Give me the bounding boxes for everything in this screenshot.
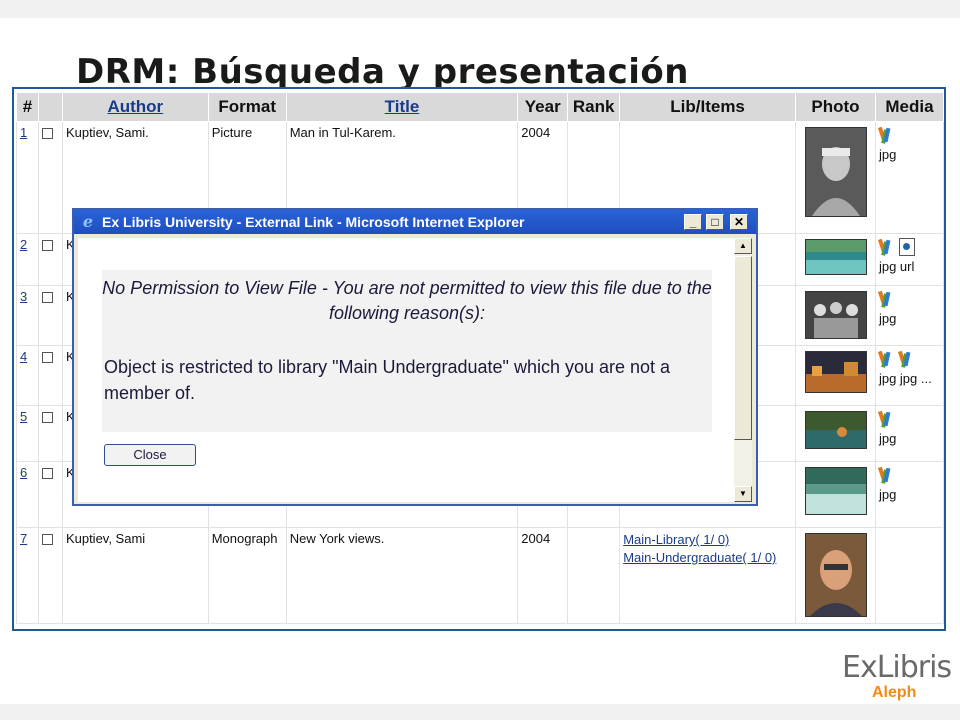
header-rank: Rank [567,92,621,122]
image-media-icon[interactable] [879,290,891,308]
maximize-button[interactable]: □ [706,214,724,230]
row-checkbox[interactable] [41,292,53,303]
message-box: No Permission to View File - You are not… [102,270,712,432]
header-media: Media [874,92,944,122]
photo-cell [794,345,876,406]
author-cell: Kuptiev, Sami [61,527,209,624]
media-label: jpg [878,311,897,326]
row-checkbox[interactable] [41,128,53,139]
image-media-icon[interactable] [879,466,891,484]
lib-cell: Main-Library( 1/ 0) Main-Undergraduate( … [619,527,796,624]
exlibris-brand: ExLibris [842,650,952,685]
restriction-message: Object is restricted to library "Main Un… [104,357,671,403]
scroll-up-icon[interactable]: ▲ [734,238,752,254]
format-cell: Monograph [207,527,287,624]
dialog-titlebar[interactable]: e Ex Libris University - External Link -… [74,210,756,234]
media-cell: jpg [874,121,944,234]
photo-cell [794,405,876,462]
header-photo: Photo [794,92,876,122]
top-band [0,0,960,18]
permission-heading: No Permission to View File - You are not… [102,278,712,323]
photo-cell [794,121,876,234]
title-cell: New York views. [285,527,519,624]
scroll-thumb[interactable] [734,256,752,440]
row-checkbox[interactable] [41,352,53,363]
close-button[interactable]: Close [104,444,196,466]
year-cell: 2004 [517,527,569,624]
photo-thumbnail[interactable] [804,127,867,217]
photo-cell [794,461,876,528]
header-format: Format [207,92,287,122]
bottom-band [0,704,960,720]
row-checkbox[interactable] [41,412,53,423]
media-label: jpg url [878,259,915,274]
header-row: # Author Format Title Year Rank Lib/Item… [16,92,944,122]
header-title[interactable]: Title [285,92,519,122]
header-num: # [16,92,39,122]
photo-thumbnail[interactable] [804,351,867,393]
image-media-icon[interactable] [879,238,891,256]
photo-thumbnail[interactable] [804,533,867,617]
library-link-main[interactable]: Main-Library( 1/ 0) [623,531,793,549]
dialog-content: No Permission to View File - You are not… [78,238,734,502]
ie-dialog-window: e Ex Libris University - External Link -… [72,208,758,506]
url-media-icon[interactable] [898,238,915,256]
ie-logo-icon: e [82,212,94,231]
image-media-icon[interactable] [879,350,891,368]
photo-thumbnail[interactable] [804,239,867,275]
close-window-button[interactable]: ✕ [730,214,748,230]
media-label: jpg [878,147,897,162]
photo-cell [794,527,876,624]
photo-thumbnail[interactable] [804,467,867,515]
dialog-title: Ex Libris University - External Link - M… [102,214,525,230]
image-media-icon[interactable] [879,410,891,428]
media-cell: jpg url [874,233,944,286]
media-label: jpg jpg ... [878,371,932,386]
row-number-link[interactable]: 3 [20,289,27,304]
header-author[interactable]: Author [61,92,209,122]
image-media-icon[interactable] [899,350,911,368]
header-lib-items: Lib/Items [619,92,796,122]
media-label: jpg [878,487,897,502]
media-cell: jpg jpg ... [874,345,944,406]
media-cell: jpg [874,461,944,528]
scroll-down-icon[interactable]: ▼ [734,486,752,502]
row-checkbox[interactable] [41,534,53,545]
slide-title: DRM: Búsqueda y presentación [76,52,689,92]
photo-cell [794,285,876,346]
media-cell: jpg [874,405,944,462]
row-number-link[interactable]: 2 [20,237,27,252]
row-number-link[interactable]: 5 [20,409,27,424]
photo-thumbnail[interactable] [804,291,867,339]
media-cell [874,527,944,624]
aleph-product: Aleph [872,684,917,701]
header-checkbox [37,92,63,122]
row-checkbox[interactable] [41,240,53,251]
row-number-link[interactable]: 7 [20,531,27,546]
photo-thumbnail[interactable] [804,411,867,449]
minimize-button[interactable]: _ [684,214,702,230]
row-number-link[interactable]: 4 [20,349,27,364]
photo-cell [794,233,876,286]
media-label: jpg [878,431,897,446]
media-cell: jpg [874,285,944,346]
library-link-undergraduate[interactable]: Main-Undergraduate( 1/ 0) [623,549,793,567]
row-number-link[interactable]: 1 [20,125,27,140]
row-number-link[interactable]: 6 [20,465,27,480]
rank-cell [567,527,621,624]
image-media-icon[interactable] [879,126,891,144]
row-checkbox[interactable] [41,468,53,479]
table-row: 7 Kuptiev, Sami Monograph New York views… [16,527,944,624]
vertical-scrollbar[interactable]: ▲ ▼ [734,238,752,502]
exlibris-logo: ExLibris Aleph [842,648,952,706]
header-year: Year [517,92,569,122]
